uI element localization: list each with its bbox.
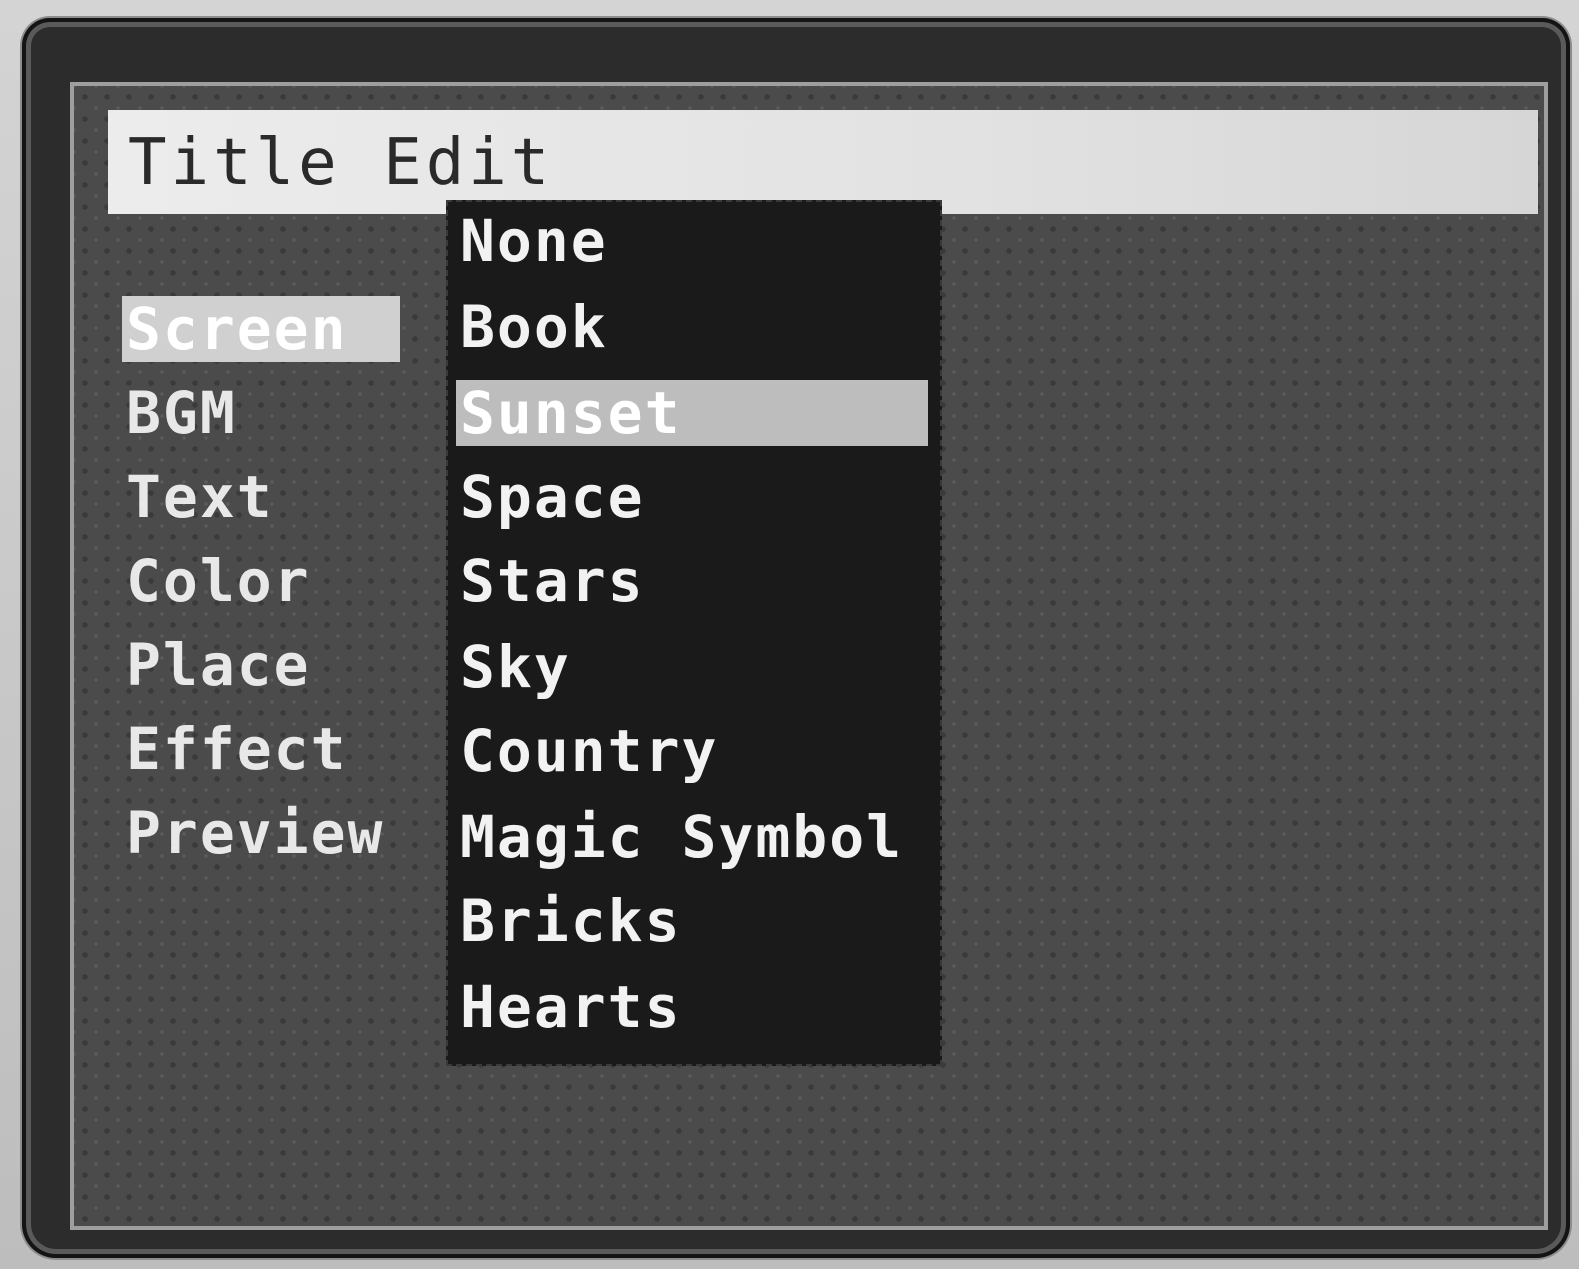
option-none[interactable]: None xyxy=(456,208,928,274)
title-bar: Title Edit xyxy=(108,110,1538,214)
menu-item-color[interactable]: Color xyxy=(122,548,400,614)
screen-background-dropdown: None Book Sunset Space Stars Sky Country… xyxy=(446,200,942,1066)
option-sky[interactable]: Sky xyxy=(456,634,928,700)
title-edit-screen: Title Edit Screen BGM Text Color Place E… xyxy=(70,82,1548,1230)
option-bricks[interactable]: Bricks xyxy=(456,888,928,954)
option-book[interactable]: Book xyxy=(456,294,928,360)
side-menu: Screen BGM Text Color Place Effect Previ… xyxy=(122,296,412,884)
option-hearts[interactable]: Hearts xyxy=(456,974,928,1040)
menu-item-bgm[interactable]: BGM xyxy=(122,380,400,446)
menu-item-screen[interactable]: Screen xyxy=(122,296,400,362)
option-stars[interactable]: Stars xyxy=(456,548,928,614)
screen-title: Title Edit xyxy=(128,126,554,200)
menu-item-preview[interactable]: Preview xyxy=(122,800,400,866)
option-space[interactable]: Space xyxy=(456,464,928,530)
option-magic-symbol[interactable]: Magic Symbol xyxy=(456,804,928,870)
option-country[interactable]: Country xyxy=(456,718,928,784)
menu-item-place[interactable]: Place xyxy=(122,632,400,698)
option-sunset[interactable]: Sunset xyxy=(456,380,928,446)
menu-item-text[interactable]: Text xyxy=(122,464,400,530)
menu-item-effect[interactable]: Effect xyxy=(122,716,400,782)
